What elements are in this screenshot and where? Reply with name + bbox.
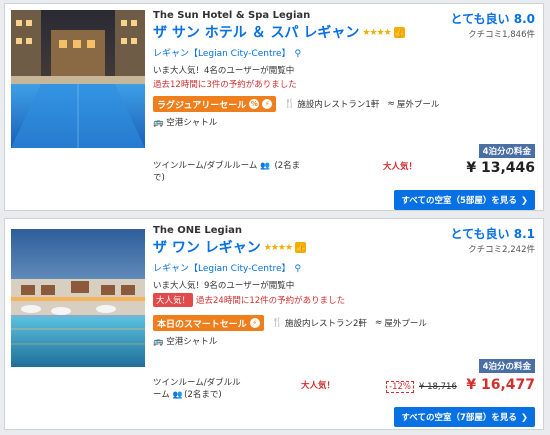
hotel-name[interactable]: ザ ワン レギャン ★★★★ 👍 [153, 237, 307, 257]
price: ¥ 16,477 [466, 377, 535, 393]
hotel-name-en[interactable]: The Sun Hotel & Spa Legian [153, 10, 310, 21]
booking-text: 大人気！ 過去24時間に12件の予約がありました [153, 293, 345, 307]
swimmer-icon: ≈ [387, 99, 395, 109]
hotel-name[interactable]: ザ サン ホテル ＆ スパ レギャン ★★★★ 👍 [153, 22, 405, 42]
map-pin-icon[interactable]: ⚲ [295, 49, 302, 59]
hotel-location[interactable]: レギャン【Legian City-Centre】 ⚲ [153, 261, 301, 274]
review-rating[interactable]: とても良い 8.0 [451, 10, 535, 27]
deal-lightning-icon: ⚡ [262, 99, 273, 109]
amenities-row: ラグジュアリーセール % ⚡ 🍴 施設内レストラン1軒 ≈ 屋外プール [153, 96, 439, 112]
hotel-name-jp[interactable]: ザ ワン レギャン [153, 240, 261, 256]
deal-percent-icon: % [249, 99, 260, 109]
amenity-shuttle: 🚌 空港シャトル [153, 335, 217, 347]
hotel-card[interactable]: The ONE Legian ザ ワン レギャン ★★★★ 👍 レギャン【Legia… [4, 218, 544, 430]
popular-tag: 大人気！ [383, 162, 418, 172]
view-rooms-button[interactable]: すべての空室（7部屋）を見る ❯ [394, 407, 535, 427]
amenity-pool: ≈ 屋外プール [375, 317, 427, 329]
fork-knife-icon: 🍴 [284, 99, 296, 109]
hot-badge: 大人気！ [153, 293, 194, 307]
original-price: ¥ 18,716 [419, 382, 457, 392]
room-name-cont: ーム [153, 390, 170, 400]
view-rooms-label: すべての空室（5部屋）を見る [401, 196, 517, 206]
location-link[interactable]: レギャン【Legian City-Centre】 [153, 264, 291, 274]
thumbs-up-icon: 👍 [295, 242, 307, 253]
room-capacity-b: で) [153, 173, 165, 183]
room-capacity-a: (2名ま [274, 161, 301, 171]
hotel-card[interactable]: The Sun Hotel & Spa Legian ザ サン ホテル ＆ スパ… [4, 3, 544, 211]
star-rating: ★★★★ [362, 28, 391, 38]
map-pin-icon[interactable]: ⚲ [295, 264, 302, 274]
restaurant-label: 施設内レストラン1軒 [297, 100, 380, 110]
deal-badge[interactable]: ラグジュアリーセール % ⚡ [153, 96, 277, 112]
booking-label: 過去24時間に12件の予約がありました [196, 296, 346, 306]
nights-badge: 4泊分の料金 [478, 144, 535, 158]
star-rating: ★★★★ [263, 243, 293, 253]
room-name: ツインルーム/ダブルルーム [153, 161, 258, 171]
people-icon: 👥 [260, 161, 270, 170]
amenity-shuttle: 🚌 空港シャトル [153, 116, 217, 128]
nights-badge: 4泊分の料金 [478, 359, 535, 373]
room-type: ツインルーム/ダブルル ーム 👥 (2名まで) [153, 377, 241, 401]
thumbs-up-icon: 👍 [393, 27, 405, 38]
restaurant-label: 施設内レストラン2軒 [284, 319, 367, 329]
pool-label: 屋外プール [396, 100, 440, 110]
amenities-row: 本日のスマートセール ⚡ 🍴 施設内レストラン2軒 ≈ 屋外プール [153, 315, 427, 331]
popularity-text: いま大人気！9名のユーザーが閲覧中 [153, 281, 295, 291]
shuttle-bus-icon: 🚌 [153, 118, 164, 128]
room-type: ツインルーム/ダブルルーム 👥 (2名ま で) [153, 160, 300, 184]
popular-tag: 大人気！ [301, 381, 336, 391]
hotel-name-en[interactable]: The ONE Legian [153, 225, 242, 236]
shuttle-label: 空港シャトル [166, 337, 218, 347]
review-count[interactable]: クチコミ1,846件 [468, 28, 535, 40]
amenity-pool: ≈ 屋外プール [387, 98, 439, 110]
discount-badge: -12% [386, 381, 414, 393]
chevron-right-icon: ❯ [520, 413, 528, 423]
deal-lightning-icon: ⚡ [249, 318, 260, 328]
review-count[interactable]: クチコミ2,242件 [468, 243, 535, 255]
popularity-text: いま大人気！4名のユーザーが閲覧中 [153, 66, 295, 76]
hotel-location[interactable]: レギャン【Legian City-Centre】 ⚲ [153, 46, 301, 59]
view-rooms-button[interactable]: すべての空室（5部屋）を見る ❯ [394, 190, 535, 210]
hotel-photo[interactable] [11, 229, 145, 367]
room-name: ツインルーム/ダブルル [153, 378, 241, 388]
location-link[interactable]: レギャン【Legian City-Centre】 [153, 49, 291, 59]
people-icon: 👥 [172, 390, 182, 399]
deal-badge[interactable]: 本日のスマートセール ⚡ [153, 315, 264, 331]
hotel-photo[interactable] [11, 10, 145, 148]
fork-knife-icon: 🍴 [271, 318, 283, 328]
hotel-name-jp[interactable]: ザ サン ホテル ＆ スパ レギャン [153, 25, 359, 41]
amenity-restaurant: 🍴 施設内レストラン2軒 [272, 317, 367, 329]
price: ¥ 13,446 [466, 160, 535, 176]
shuttle-bus-icon: 🚌 [153, 337, 164, 347]
swimmer-icon: ≈ [374, 318, 383, 328]
review-rating[interactable]: とても良い 8.1 [451, 225, 535, 242]
booking-text: 過去12時間に3件の予約がありました [153, 80, 297, 90]
deal-label: ラグジュアリーセール [157, 100, 247, 111]
room-capacity: (2名まで) [184, 390, 222, 400]
pool-label: 屋外プール [384, 319, 427, 329]
amenity-restaurant: 🍴 施設内レストラン1軒 [284, 98, 379, 110]
chevron-right-icon: ❯ [520, 196, 528, 206]
shuttle-label: 空港シャトル [166, 118, 218, 128]
deal-label: 本日のスマートセール [157, 319, 247, 330]
view-rooms-label: すべての空室（7部屋）を見る [401, 413, 517, 423]
